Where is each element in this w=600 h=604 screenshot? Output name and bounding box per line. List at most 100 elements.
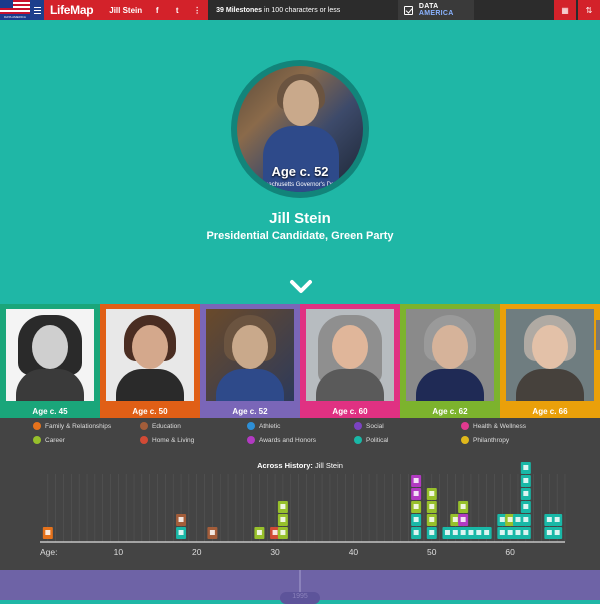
legend-dot-icon (140, 436, 148, 444)
milestone-icon (523, 491, 529, 496)
legend-dot-icon (354, 436, 362, 444)
hamburger-menu-icon[interactable] (30, 0, 44, 20)
age-label: Age c. 60 (332, 407, 368, 416)
age-card[interactable]: Age c. 66 (500, 304, 600, 418)
milestone-icon (429, 491, 435, 496)
checkbox-icon[interactable] (404, 5, 413, 15)
milestone-icon (523, 530, 529, 535)
age-card[interactable]: Age c. 62 (400, 304, 500, 418)
milestone-icon (523, 504, 529, 509)
legend-label: Education (152, 422, 181, 430)
milestone-icon (413, 504, 419, 509)
data-america-toggle[interactable]: DATA AMERICA (398, 0, 474, 20)
age-card[interactable]: Age c. 50 (100, 304, 200, 418)
x-tick-label: 30 (270, 547, 280, 557)
milestone-chart: Across History: Jill Stein Age: 10 20 30 40 50… (0, 456, 600, 570)
milestone-icon (554, 530, 560, 535)
legend-item[interactable]: Family & Relationships (33, 422, 111, 430)
x-tick-label: 20 (192, 547, 202, 557)
age-label: Age c. 45 (32, 407, 68, 416)
milestone-icon (413, 517, 419, 522)
legend-item[interactable]: Philanthropy (461, 436, 509, 444)
age-label: Age c. 52 (232, 407, 268, 416)
age-card[interactable]: Age c. 52 (200, 304, 300, 418)
chart-title: Across History: Jill Stein (257, 461, 343, 470)
legend-item[interactable]: Home & Living (140, 436, 194, 444)
scrollbar-thumb[interactable] (596, 320, 600, 350)
milestone-icon (280, 504, 286, 509)
legend-label: Philanthropy (473, 436, 510, 444)
timeline-bar: 1995 (0, 570, 600, 604)
milestone-icon (209, 530, 215, 535)
milestone-icon (444, 530, 450, 535)
age-photo (6, 309, 94, 401)
legend-label: Awards and Honors (259, 436, 316, 444)
legend-item[interactable]: Career (33, 436, 65, 444)
milestone-icon (554, 517, 560, 522)
x-tick-label: 60 (505, 547, 515, 557)
milestone-icon (484, 530, 490, 535)
data-america-flag-logo[interactable]: DATA AMERICA (0, 0, 30, 20)
legend-item[interactable]: Education (140, 422, 181, 430)
age-card[interactable]: Age c. 60 (300, 304, 400, 418)
legend-label: Home & Living (152, 436, 195, 444)
facebook-icon[interactable]: f (152, 6, 162, 15)
photo-caption: Massachusetts Governor's Debate (254, 182, 346, 188)
legend-dot-icon (247, 422, 255, 430)
milestone-icon (476, 530, 482, 535)
lifemap-logo[interactable]: LifeMap (44, 0, 100, 20)
x-tick-label: 40 (349, 547, 359, 557)
milestone-icon (460, 530, 466, 535)
milestone-icon (413, 491, 419, 496)
legend-dot-icon (140, 422, 148, 430)
milestone-icon (452, 530, 458, 535)
milestone-icon (507, 517, 513, 522)
milestone-icon (429, 530, 435, 535)
milestone-icon (429, 504, 435, 509)
age-photo (106, 309, 194, 401)
view-buttons: ▦ ⇅ (552, 0, 600, 20)
sort-icon[interactable]: ⇅ (578, 0, 600, 20)
legend-item[interactable]: Awards and Honors (247, 436, 316, 444)
legend-dot-icon (247, 436, 255, 444)
milestones-summary: 39 Milestones in 100 characters or less (216, 6, 341, 14)
age-card[interactable]: Age c. 45 (0, 304, 100, 418)
grid-view-icon[interactable]: ▦ (554, 0, 576, 20)
legend-label: Social (366, 422, 384, 430)
legend-item[interactable]: Political (354, 436, 388, 444)
milestone-icon (413, 478, 419, 483)
x-tick-label: 10 (114, 547, 124, 557)
milestone-icon (460, 517, 466, 522)
milestone-icon (280, 530, 286, 535)
profile-photo-ring: Age c. 52 Massachusetts Governor's Debat… (231, 60, 369, 198)
milestone-icon (515, 517, 521, 522)
milestone-icon (413, 530, 419, 535)
legend-dot-icon (354, 422, 362, 430)
twitter-icon[interactable]: t (172, 6, 182, 15)
milestone-icon (280, 517, 286, 522)
person-heading: Jill Stein (269, 210, 331, 227)
milestone-icon (272, 530, 278, 535)
person-share-bar: Jill Stein f t ⋮ (99, 0, 209, 20)
x-tick-label: 50 (427, 547, 437, 557)
milestone-icon (178, 530, 184, 535)
legend-dot-icon (461, 422, 469, 430)
legend-item[interactable]: Athletic (247, 422, 280, 430)
age-label: Age c. 62 (432, 407, 468, 416)
legend-label: Athletic (259, 422, 281, 430)
legend-item[interactable]: Social (354, 422, 384, 430)
photo-strip: Age c. 45 Age c. 50 Age c. 52 Age c. 60 (0, 304, 600, 418)
more-options-icon[interactable]: ⋮ (192, 6, 202, 15)
legend-dot-icon (461, 436, 469, 444)
chevron-down-icon[interactable] (289, 278, 313, 296)
age-label: Age c. 50 (132, 407, 168, 416)
category-legend: Family & Relationships Education Athletic S… (0, 418, 600, 456)
milestone-icon (499, 517, 505, 522)
legend-label: Family & Relationships (45, 422, 112, 430)
milestone-icon (452, 517, 458, 522)
person-title: Presidential Candidate, Green Party (206, 230, 394, 242)
legend-dot-icon (33, 422, 41, 430)
milestone-icon (515, 530, 521, 535)
age-label: Age c. 66 (532, 407, 568, 416)
legend-item[interactable]: Health & Wellness (461, 422, 526, 430)
